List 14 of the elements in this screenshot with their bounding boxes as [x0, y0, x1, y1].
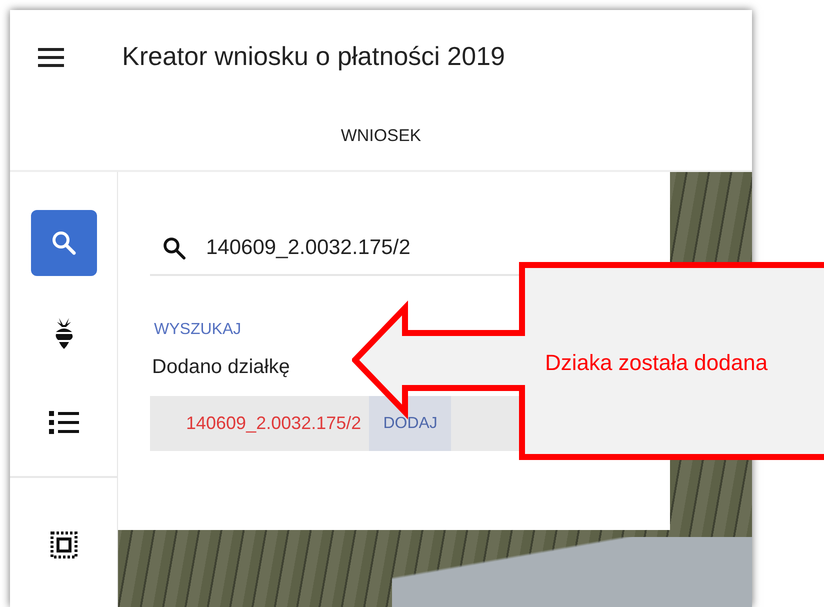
search-icon: [162, 236, 186, 260]
callout-text: Dziaka została dodana: [545, 349, 768, 377]
search-tool-button[interactable]: [30, 210, 96, 276]
add-button[interactable]: DODAJ: [369, 396, 452, 451]
parcel-number: 140609_2.0032.175/2: [185, 412, 362, 435]
selection-icon: [50, 531, 78, 559]
list-icon: [48, 409, 80, 437]
menu-icon[interactable]: [36, 45, 66, 67]
search-field[interactable]: 140609_2.0032.175/2: [206, 232, 646, 264]
tab[interactable]: WNIOSEK: [330, 117, 432, 155]
search-icon: [50, 230, 76, 256]
search-link[interactable]: WYSZUKAJ: [154, 318, 242, 342]
app-title: Kreator wniosku o płatności 2019: [122, 40, 506, 72]
status-message: Dodano działkę: [152, 355, 290, 380]
